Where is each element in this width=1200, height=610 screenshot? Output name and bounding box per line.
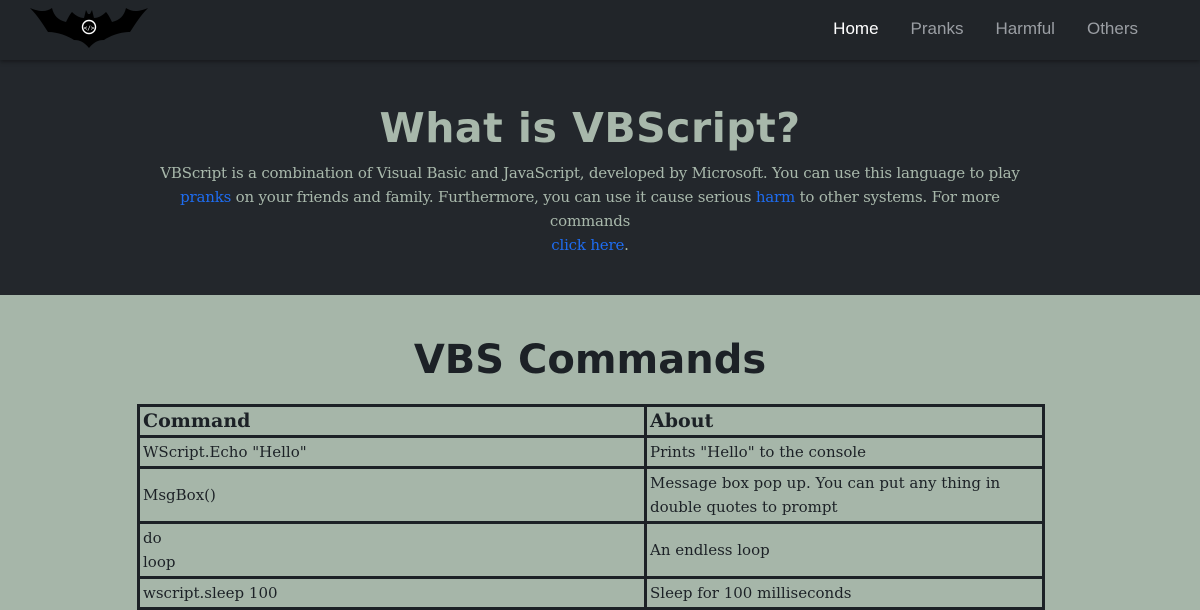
table-row: wscript.sleep 100 Sleep for 100 millisec… [137, 576, 1045, 610]
command-line: do [143, 529, 162, 547]
table-header-row: Command About [137, 404, 1045, 438]
nav-pranks-link[interactable]: Pranks [911, 19, 964, 39]
harm-link[interactable]: harm [756, 188, 795, 206]
command-column-header: Command [137, 404, 647, 438]
table-row: WScript.Echo "Hello" Prints "Hello" to t… [137, 435, 1045, 469]
pranks-link[interactable]: pranks [180, 188, 231, 206]
nav-links: Home Pranks Harmful Others [801, 0, 1138, 58]
hero-description: VBScript is a combination of Visual Basi… [140, 161, 1040, 257]
command-line: loop [143, 553, 176, 571]
command-cell: wscript.sleep 100 [137, 576, 647, 610]
nav-home-link[interactable]: Home [833, 19, 878, 39]
table-row: MsgBox() Message box pop up. You can put… [137, 466, 1045, 524]
nav-others-link[interactable]: Others [1087, 19, 1138, 39]
hero-section: What is VBScript? VBScript is a combinat… [0, 60, 1200, 295]
about-cell: Prints "Hello" to the console [644, 435, 1045, 469]
about-cell: An endless loop [644, 521, 1045, 579]
command-cell: do loop [137, 521, 647, 579]
table-row: do loop An endless loop [137, 521, 1045, 579]
svg-text:</>: </> [84, 25, 95, 32]
nav-harmful-link[interactable]: Harmful [995, 19, 1055, 39]
commands-title: VBS Commands [413, 337, 767, 383]
click-here-link[interactable]: click here [551, 236, 624, 254]
about-cell: Sleep for 100 milliseconds [644, 576, 1045, 610]
hero-desc-text-1: VBScript is a combination of Visual Basi… [160, 164, 1020, 182]
batman-logo-icon[interactable]: </> [30, 6, 148, 48]
commands-table: Command About WScript.Echo "Hello" Print… [137, 404, 1045, 610]
hero-title: What is VBScript? [379, 104, 801, 152]
about-cell: Message box pop up. You can put any thin… [644, 466, 1045, 524]
command-cell: MsgBox() [137, 466, 647, 524]
hero-desc-end: . [624, 236, 629, 254]
command-cell: WScript.Echo "Hello" [137, 435, 647, 469]
hero-desc-text-2: on your friends and family. Furthermore,… [231, 188, 756, 206]
navbar: </> Home Pranks Harmful Others [0, 0, 1200, 60]
about-column-header: About [644, 404, 1045, 438]
